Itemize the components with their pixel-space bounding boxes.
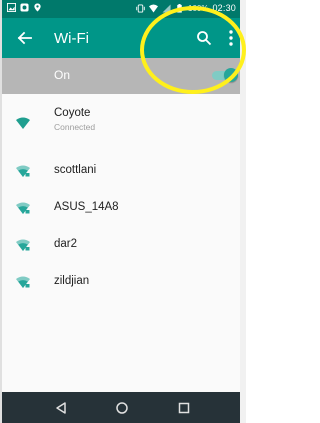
square-recents-icon[interactable] (177, 401, 191, 415)
wifi-network-item[interactable]: Coyote Connected (2, 94, 240, 152)
wifi-network-item[interactable]: scottlani (2, 152, 240, 189)
wifi-locked-signal-icon (16, 239, 30, 251)
app-bar: Wi-Fi (2, 18, 240, 58)
wifi-master-toggle-bar[interactable]: On (2, 58, 240, 94)
wifi-locked-signal-icon (16, 165, 30, 177)
wifi-full-signal-icon (16, 117, 30, 129)
cell-signal-icon (162, 3, 171, 13)
wifi-signal-icon (149, 3, 158, 13)
search-icon[interactable] (196, 30, 212, 46)
circle-home-icon[interactable] (115, 401, 129, 415)
app-notification-icon (20, 3, 29, 12)
phone-screen: 100% 02:30 Wi-Fi On Coyote Connected sco… (0, 0, 246, 423)
status-bar: 100% 02:30 (2, 0, 240, 18)
switch-thumb (224, 68, 238, 82)
wifi-network-name: scottlani (54, 164, 97, 176)
clock: 02:30 (212, 3, 236, 13)
page-title: Wi-Fi (54, 30, 89, 47)
wifi-network-list: Coyote Connected scottlani ASUS_14A8 dar… (2, 94, 240, 300)
wifi-locked-signal-icon (16, 202, 30, 214)
phone-edge (0, 0, 2, 423)
vibrate-icon (136, 3, 145, 13)
system-nav-bar (2, 392, 240, 423)
arrow-left-icon[interactable] (14, 27, 36, 49)
wifi-network-status: Connected (54, 122, 96, 132)
wifi-network-name: zildjian (54, 275, 90, 287)
wifi-network-item[interactable]: ASUS_14A8 (2, 189, 240, 226)
wifi-network-item[interactable]: zildjian (2, 263, 240, 300)
wifi-network-name: ASUS_14A8 (54, 201, 119, 213)
toggle-label: On (54, 68, 71, 82)
wifi-locked-signal-icon (16, 276, 30, 288)
triangle-back-icon[interactable] (54, 401, 68, 415)
wifi-network-item[interactable]: dar2 (2, 226, 240, 263)
wifi-network-name: dar2 (54, 238, 78, 250)
battery-percent: 100% (188, 3, 209, 13)
wifi-network-name: Coyote (54, 107, 91, 119)
gallery-notification-icon (7, 3, 16, 12)
phone-edge (240, 0, 246, 423)
location-pin-icon (34, 3, 41, 12)
more-vert-icon[interactable] (226, 28, 236, 48)
wifi-toggle-switch[interactable] (212, 68, 238, 82)
battery-icon (177, 3, 182, 13)
